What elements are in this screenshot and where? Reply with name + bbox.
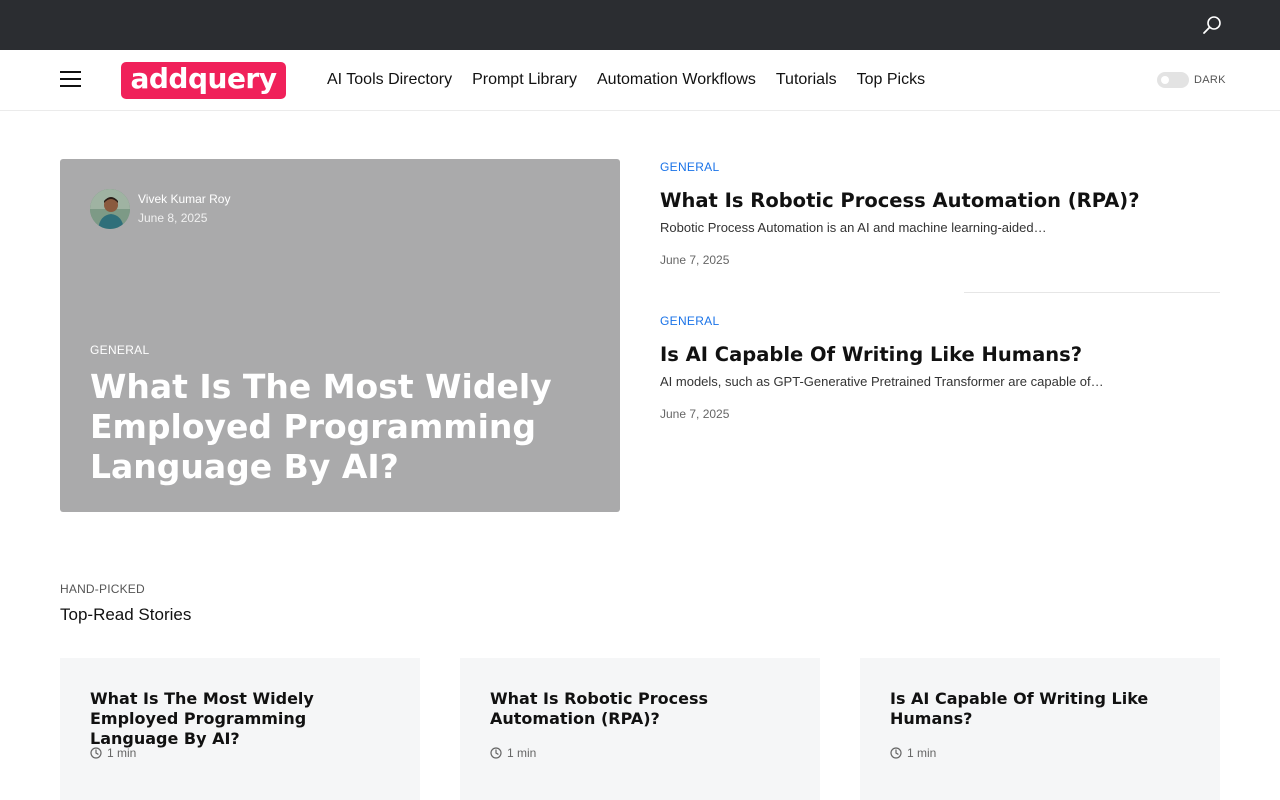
- story-title[interactable]: Is AI Capable Of Writing Like Humans?: [890, 689, 1190, 729]
- side-post: GENERAL Is AI Capable Of Writing Like Hu…: [660, 314, 1220, 421]
- featured-post-card[interactable]: Vivek Kumar Roy June 8, 2025 GENERAL Wha…: [60, 159, 620, 512]
- story-card[interactable]: What Is The Most Widely Employed Program…: [60, 658, 420, 800]
- post-category[interactable]: GENERAL: [660, 160, 1220, 178]
- main-nav: AI Tools Directory Prompt Library Automa…: [327, 50, 945, 110]
- clock-icon: [890, 747, 902, 759]
- read-time: 1 min: [490, 746, 536, 760]
- logo-text: addquery: [130, 61, 277, 95]
- top-bar: [0, 0, 1280, 50]
- clock-icon: [490, 747, 502, 759]
- search-icon[interactable]: [1201, 14, 1223, 36]
- post-date: June 7, 2025: [660, 253, 730, 267]
- author-name[interactable]: Vivek Kumar Roy: [138, 192, 230, 206]
- section-kicker: HAND-PICKED: [60, 582, 145, 596]
- nav-tutorials[interactable]: Tutorials: [776, 71, 837, 89]
- story-card[interactable]: What Is Robotic Process Automation (RPA)…: [460, 658, 820, 800]
- dark-mode-toggle[interactable]: DARK: [1157, 72, 1226, 88]
- story-card[interactable]: Is AI Capable Of Writing Like Humans? 1 …: [860, 658, 1220, 800]
- post-date: June 8, 2025: [138, 211, 208, 225]
- author-avatar[interactable]: [90, 189, 130, 229]
- post-date: June 7, 2025: [660, 407, 730, 421]
- post-title[interactable]: What Is Robotic Process Automation (RPA)…: [660, 189, 1220, 213]
- read-time-label: 1 min: [507, 746, 537, 760]
- toggle-switch[interactable]: [1157, 72, 1189, 88]
- dark-mode-label: DARK: [1194, 74, 1226, 86]
- side-post: GENERAL What Is Robotic Process Automati…: [660, 160, 1220, 267]
- nav-ai-tools-directory[interactable]: AI Tools Directory: [327, 71, 452, 89]
- featured-post-title[interactable]: What Is The Most Widely Employed Program…: [90, 367, 570, 487]
- read-time-label: 1 min: [907, 746, 937, 760]
- post-category[interactable]: GENERAL: [90, 343, 149, 357]
- nav-automation-workflows[interactable]: Automation Workflows: [597, 71, 756, 89]
- post-title[interactable]: Is AI Capable Of Writing Like Humans?: [660, 343, 1220, 367]
- site-header: addquery AI Tools Directory Prompt Libra…: [0, 50, 1280, 111]
- menu-icon[interactable]: [60, 71, 81, 89]
- clock-icon: [90, 747, 102, 759]
- read-time: 1 min: [90, 746, 136, 760]
- story-title[interactable]: What Is Robotic Process Automation (RPA)…: [490, 689, 790, 729]
- post-excerpt: AI models, such as GPT-Generative Pretra…: [660, 374, 1104, 389]
- nav-top-picks[interactable]: Top Picks: [857, 71, 925, 89]
- section-title: Top-Read Stories: [60, 605, 192, 624]
- site-logo[interactable]: addquery: [121, 62, 286, 99]
- read-time-label: 1 min: [107, 746, 137, 760]
- post-excerpt: Robotic Process Automation is an AI and …: [660, 220, 1047, 235]
- read-time: 1 min: [890, 746, 936, 760]
- post-category[interactable]: GENERAL: [660, 314, 1220, 332]
- story-title[interactable]: What Is The Most Widely Employed Program…: [90, 689, 390, 749]
- divider: [964, 292, 1220, 293]
- nav-prompt-library[interactable]: Prompt Library: [472, 71, 577, 89]
